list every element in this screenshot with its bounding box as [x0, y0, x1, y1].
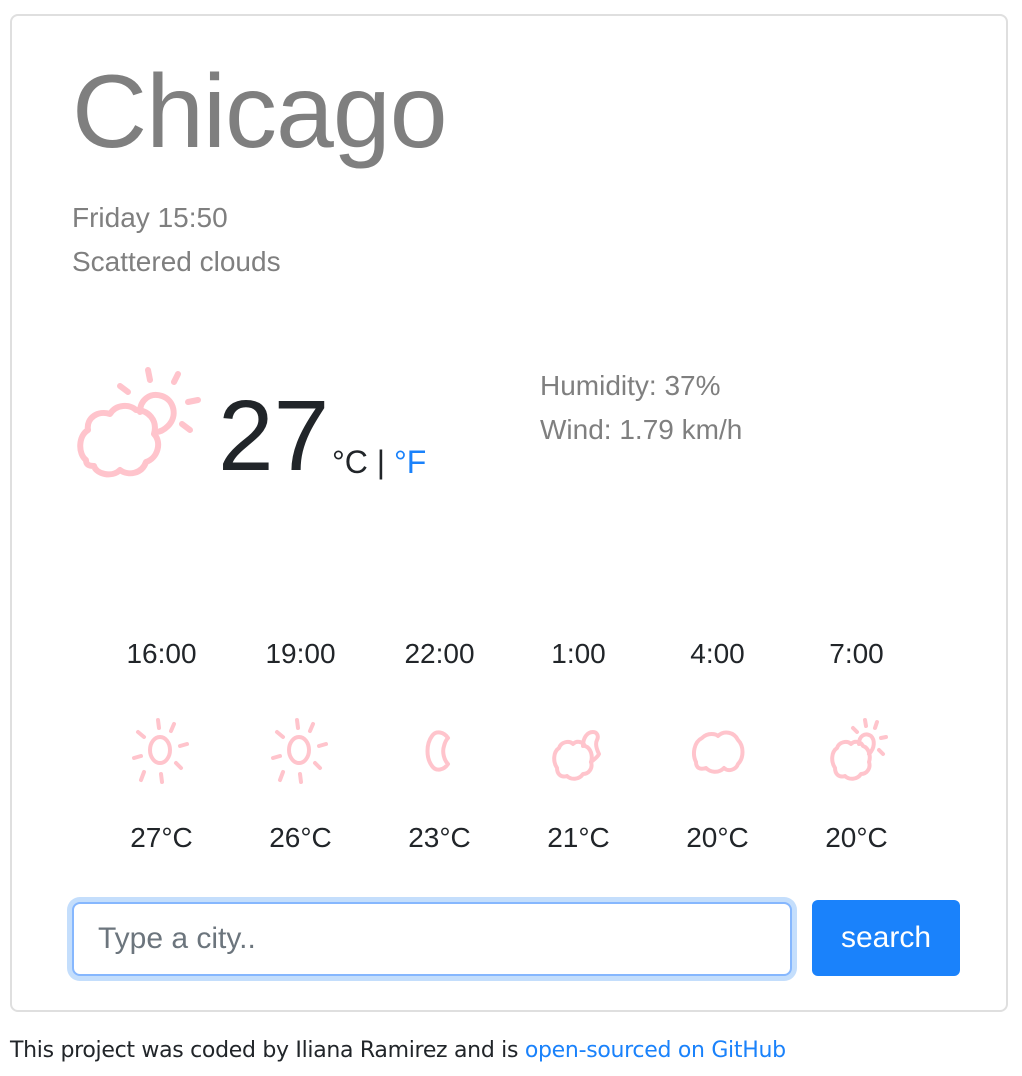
sun-icon: [270, 718, 328, 784]
forecast-temp: 20°C: [825, 822, 888, 853]
sun-icon: [131, 718, 189, 784]
current-date: Friday 15:50: [72, 202, 228, 233]
celsius-unit: °C: [332, 444, 368, 480]
city-name: Chicago: [72, 54, 448, 170]
github-link[interactable]: open-sourced on GitHub: [525, 1038, 786, 1063]
wind-speed: Wind: 1.79 km/h: [540, 414, 743, 445]
forecast-item: 4:00 20°C: [648, 640, 787, 852]
weather-description: Scattered clouds: [72, 246, 281, 277]
forecast-temp: 23°C: [408, 822, 471, 853]
footer-text: This project was coded by Iliana Ramirez…: [10, 1038, 525, 1063]
current-temperature: 27: [218, 380, 330, 492]
footer: This project was coded by Iliana Ramirez…: [10, 1040, 786, 1062]
forecast-time: 22:00: [404, 638, 475, 669]
cloud-moon-icon: [551, 730, 601, 781]
forecast-temp: 21°C: [547, 822, 610, 853]
forecast-temp: 26°C: [269, 822, 332, 853]
forecast-item: 22:00 23°C: [370, 640, 509, 852]
unit-separator: |: [367, 444, 394, 480]
forecast-time: 16:00: [126, 638, 197, 669]
cloud-sun-icon: [77, 367, 201, 478]
forecast-temp: 20°C: [686, 822, 749, 853]
city-search-input[interactable]: [72, 902, 792, 976]
forecast-item: 7:00 20°C: [787, 640, 926, 852]
forecast-list: 16:00 27°C 19:00 26°C 22:00 23°C 1:00 21…: [92, 640, 926, 852]
fahrenheit-link[interactable]: °F: [394, 444, 426, 480]
forecast-time: 1:00: [551, 638, 606, 669]
search-button[interactable]: search: [812, 900, 960, 976]
unit-toggle: °C | °F: [332, 446, 426, 478]
humidity: Humidity: 37%: [540, 370, 721, 401]
cloud-sun-icon: [829, 718, 888, 781]
forecast-item: 1:00 21°C: [509, 640, 648, 852]
forecast-temp: 27°C: [130, 822, 193, 853]
moon-icon: [425, 730, 450, 772]
weather-card: Chicago Friday 15:50 Scattered clouds 27…: [10, 14, 1008, 1012]
forecast-item: 16:00 27°C: [92, 640, 231, 852]
forecast-time: 19:00: [265, 638, 336, 669]
forecast-time: 4:00: [690, 638, 745, 669]
cloud-icon: [691, 730, 744, 774]
forecast-time: 7:00: [829, 638, 884, 669]
forecast-item: 19:00 26°C: [231, 640, 370, 852]
